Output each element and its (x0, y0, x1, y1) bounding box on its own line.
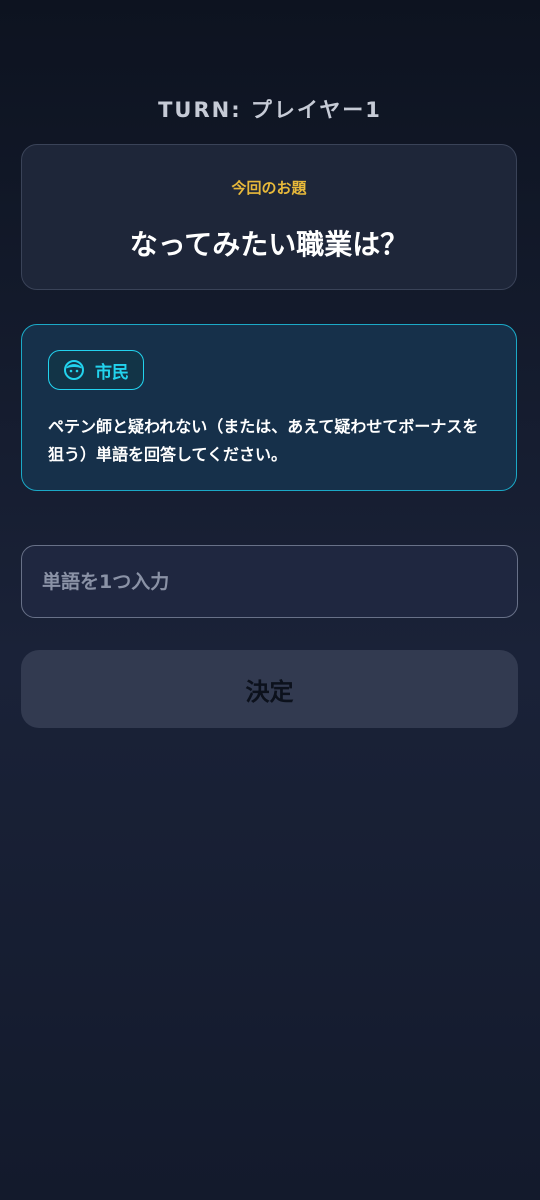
role-card: 市民 ペテン師と疑われない（または、あえて疑わせてボーナスを狙う）単語を回答して… (21, 324, 517, 491)
topic-card: 今回のお題 なってみたい職業は？ (21, 144, 517, 290)
topic-question: なってみたい職業は？ (129, 228, 409, 261)
person-face-icon (63, 359, 85, 381)
topic-caption: 今回のお題 (231, 179, 307, 197)
turn-indicator: TURN: プレイヤー1 (158, 98, 382, 122)
submit-button[interactable]: 決定 (21, 650, 518, 728)
role-badge: 市民 (48, 350, 144, 390)
word-input[interactable] (21, 545, 518, 618)
role-name: 市民 (95, 362, 129, 383)
role-description: ペテン師と疑われない（または、あえて疑わせてボーナスを狙う）単語を回答してくださ… (48, 417, 479, 464)
